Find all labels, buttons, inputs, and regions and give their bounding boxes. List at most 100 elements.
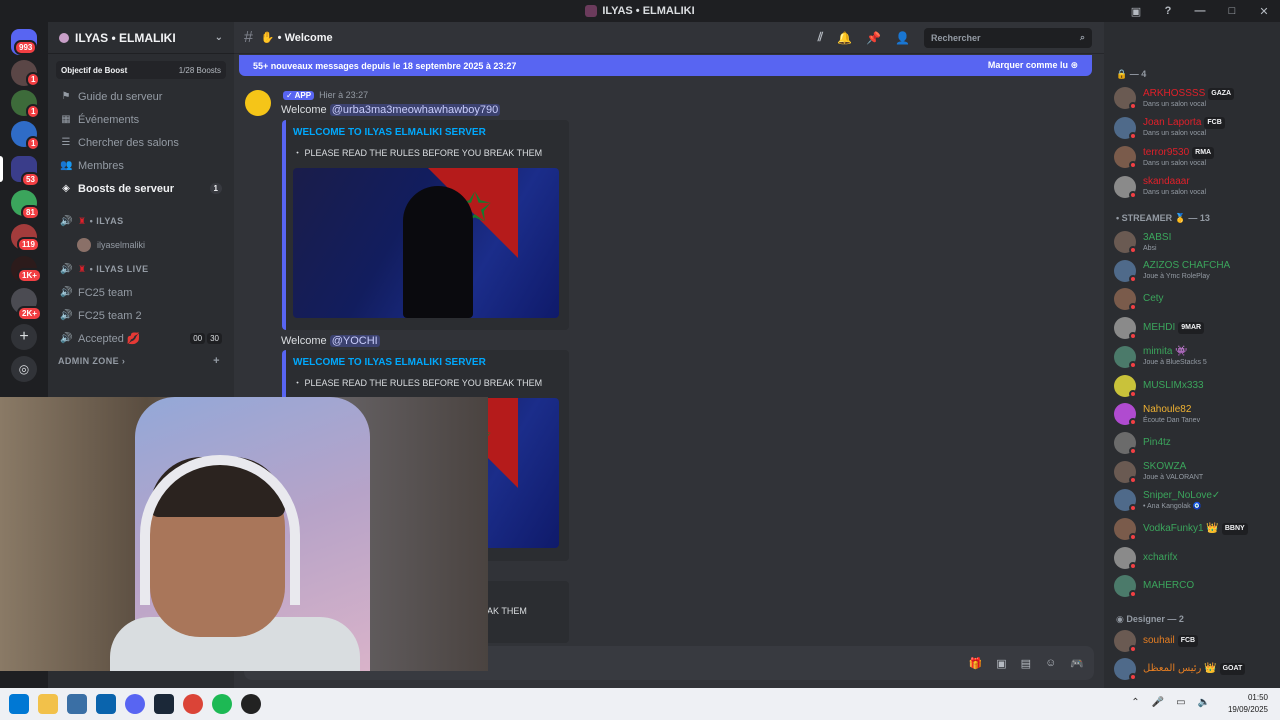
user-mention[interactable]: @urba3ma3meowhawhawboy790	[329, 104, 501, 116]
member-item[interactable]: Sniper_NoLove✓ • Ana Kangolak 🧿	[1114, 487, 1274, 513]
maximize-button[interactable]: □	[1216, 5, 1248, 17]
clock[interactable]: 01:50 19/09/2025	[1228, 692, 1268, 716]
member-item[interactable]: MAHERCO	[1114, 573, 1274, 599]
status-dot	[1129, 533, 1137, 541]
member-item[interactable]: xcharifx	[1114, 545, 1274, 571]
discover-icon[interactable]: ◎	[11, 356, 37, 382]
search-input[interactable]: Rechercher ⌕	[924, 27, 1092, 48]
server-header[interactable]: ILYAS • ELMALIKI ⌄	[48, 22, 234, 54]
nav-server-guide[interactable]: ⚑ Guide du serveur	[48, 85, 234, 108]
bot-avatar[interactable]	[245, 90, 271, 116]
speaker-icon: 🔊	[60, 264, 73, 275]
nav-label: Guide du serveur	[78, 90, 163, 103]
discord-icon[interactable]	[125, 694, 145, 714]
member-item[interactable]: Cety	[1114, 286, 1274, 312]
new-messages-banner[interactable]: 55+ nouveaux messages depuis le 18 septe…	[239, 55, 1092, 76]
member-name: MUSLIMx333	[1143, 380, 1204, 392]
voice-channel-ilyas[interactable]: 🔊 ♜ • ILYAS	[48, 210, 234, 233]
taskbar: ⌃ 🎤 ▭ 🔈 01:50 19/09/2025	[0, 688, 1280, 720]
monitor-icon[interactable]: ▭	[1176, 697, 1185, 708]
volume-icon[interactable]: 🔈	[1198, 697, 1210, 708]
apps-icon[interactable]: 🎮	[1070, 657, 1084, 670]
member-info: Joan Laporta FCB Dans un salon vocal	[1143, 117, 1225, 138]
member-item[interactable]: 3ABSI Absi	[1114, 229, 1274, 255]
member-item[interactable]: AZIZOS CHAFCHA Joue à Ymc RolePlay	[1114, 258, 1274, 284]
member-item[interactable]: ARKHOSSSS GAZA Dans un salon vocal	[1114, 85, 1274, 111]
chrome-icon[interactable]	[183, 694, 203, 714]
member-item[interactable]: souhail FCB	[1114, 628, 1274, 654]
start-icon[interactable]	[9, 694, 29, 714]
sticker-icon[interactable]: ▤	[1021, 657, 1031, 670]
chevron-up-icon[interactable]: ⌃	[1131, 697, 1139, 708]
member-item[interactable]: SKOWZA Joue à VALORANT	[1114, 459, 1274, 485]
minimize-button[interactable]: —	[1184, 5, 1216, 17]
member-name-text: skandaaar	[1143, 176, 1190, 187]
boost-goal[interactable]: Objectif de Boost 1/28 Boosts	[56, 61, 226, 79]
member-name: SKOWZA	[1143, 461, 1203, 473]
member-item[interactable]: terror9530 RMA Dans un salon vocal	[1114, 144, 1274, 170]
nav-browse-channels[interactable]: ☰ Chercher des salons	[48, 131, 234, 154]
member-name-text: SKOWZA	[1143, 461, 1187, 473]
app-badge: ✓ APP	[283, 90, 315, 100]
pin-icon[interactable]: 📌	[866, 31, 881, 45]
add-channel-icon[interactable]: +	[213, 355, 220, 367]
inbox-icon[interactable]: ▣	[1120, 5, 1152, 18]
voice-channel-fc25[interactable]: 🔊 FC25 team	[48, 281, 234, 304]
server-badge: 119	[17, 237, 40, 252]
voice-channel-ilyas-live[interactable]: 🔊 ♜ • ILYAS LIVE	[48, 258, 234, 281]
nav-members[interactable]: 👥 Membres	[48, 154, 234, 177]
status-dot	[1129, 561, 1137, 570]
gif-icon[interactable]: ▣	[996, 657, 1006, 670]
member-item[interactable]: Nahoule82 Écoute Dan Tanev	[1114, 401, 1274, 427]
member-tag: 9MAR	[1178, 322, 1205, 335]
member-item[interactable]: mimita 👾 Joue à BlueStacks 5	[1114, 344, 1274, 370]
member-status: Écoute Dan Tanev	[1143, 416, 1201, 424]
file-explorer-icon[interactable]	[38, 694, 58, 714]
outlook-icon[interactable]	[96, 694, 116, 714]
add-server-icon[interactable]: +	[11, 324, 37, 350]
member-info: MUSLIMx333	[1143, 380, 1204, 392]
emoji-icon[interactable]: ☺	[1045, 657, 1056, 669]
member-list-icon[interactable]: 👤	[895, 31, 910, 45]
user-mention[interactable]: @YOCHI	[329, 335, 380, 347]
threads-icon[interactable]: ⫽	[818, 30, 823, 45]
channel-label: Accepted 💋	[78, 333, 141, 345]
member-item[interactable]: رئيس المعظل 👑 GOAT	[1114, 656, 1274, 682]
mark-as-read-button[interactable]: Marquer comme lu ⊛	[988, 60, 1078, 71]
member-item[interactable]: MUSLIMx333	[1114, 373, 1274, 399]
member-tag: FCB	[1204, 117, 1225, 129]
group-header-streamer: • STREAMER 🥇 — 13	[1116, 213, 1210, 223]
calculator-icon[interactable]	[67, 694, 87, 714]
member-item[interactable]: Pin4tz	[1114, 430, 1274, 456]
spotify-icon[interactable]	[212, 694, 232, 714]
help-icon[interactable]: ?	[1152, 5, 1184, 17]
group-label: Designer — 2	[1126, 614, 1184, 624]
member-item[interactable]: Joan Laporta FCB Dans un salon vocal	[1114, 115, 1274, 141]
member-item[interactable]: MEHDI 9MAR	[1114, 315, 1274, 341]
avatar	[1114, 546, 1137, 570]
avatar	[1114, 374, 1137, 398]
gift-icon[interactable]: 🎁	[969, 657, 983, 670]
member-status: Joue à Ymc RolePlay	[1143, 273, 1210, 281]
avatar	[1114, 431, 1137, 455]
member-name-text: Cety	[1143, 293, 1164, 305]
voice-channel-fc25-2[interactable]: 🔊 FC25 team 2	[48, 304, 234, 327]
person-silhouette	[403, 186, 473, 318]
close-button[interactable]: ✕	[1248, 5, 1280, 18]
voice-user[interactable]: ilyaselmaliki	[48, 233, 234, 256]
nav-events[interactable]: ▦ Événements	[48, 108, 234, 131]
voice-channel-accepted[interactable]: 🔊 Accepted 💋 00 30	[48, 327, 234, 350]
status-dot	[1129, 446, 1137, 455]
member-info: Nahoule82 Écoute Dan Tanev	[1143, 404, 1200, 425]
nav-server-boosts[interactable]: ◈ Boosts de serveur 1	[48, 177, 234, 200]
category-admin-zone[interactable]: ADMIN ZONE › +	[48, 350, 234, 372]
status-dot	[1129, 590, 1137, 599]
member-item[interactable]: VodkaFunky1 👑 BBNY	[1114, 516, 1274, 542]
member-name: Joan Laporta FCB	[1143, 117, 1225, 129]
microphone-icon[interactable]: 🎤	[1152, 697, 1164, 708]
app-icon[interactable]	[241, 694, 261, 714]
steam-icon[interactable]	[154, 694, 174, 714]
member-item[interactable]: skandaaar Dans un salon vocal	[1114, 174, 1274, 200]
bell-icon[interactable]: 🔔	[837, 31, 852, 45]
embed-image[interactable]: ✩	[293, 168, 559, 318]
